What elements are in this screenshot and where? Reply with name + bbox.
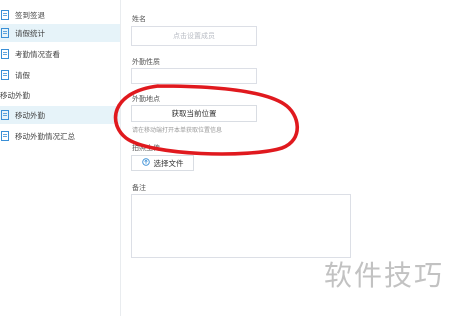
sidebar-item-attendance-view[interactable]: 考勤情况查看 [0,45,120,63]
document-icon [0,110,10,120]
field-type-label: 外勤性质 [132,58,160,66]
choose-file-button[interactable]: 选择文件 [131,155,194,171]
sidebar: 签到签退 请假统计 考勤情况查看 请假 移动外勤 移动外勤 移动外勤情况汇总 [0,0,121,316]
sidebar-item-label: 移动外勤 [15,110,45,120]
field-location-label: 外勤地点 [132,95,160,103]
field-type-input[interactable] [131,68,257,84]
remark-textarea[interactable] [131,194,351,258]
sidebar-divider [120,0,121,316]
upload-label: 拍照上传 [132,144,160,152]
sidebar-item-mobile-field-summary[interactable]: 移动外勤情况汇总 [0,127,120,145]
watermark: 软件技巧 [323,259,444,292]
sidebar-item-label: 签到签退 [15,10,45,20]
choose-file-label: 选择文件 [153,158,184,168]
sidebar-item-label: 考勤情况查看 [15,49,60,59]
upload-icon [141,158,150,168]
sidebar-item-leave[interactable]: 请假 [0,66,120,84]
sidebar-section-title: 移动外勤 [0,91,30,100]
sidebar-item-label: 请假统计 [15,28,45,38]
sidebar-item-label: 移动外勤情况汇总 [15,131,75,141]
name-label: 姓名 [132,15,146,23]
document-icon [0,49,10,59]
remark-label: 备注 [132,184,146,192]
sidebar-item-mobile-field[interactable]: 移动外勤 [0,106,120,124]
get-location-button[interactable]: 获取当前位置 [131,105,257,122]
document-icon [0,28,10,38]
location-hint: 请在移动端打开本单获取位置信息 [132,127,223,134]
document-icon [0,70,10,80]
member-picker-field[interactable]: 点击设置成员 [131,26,257,46]
sidebar-item-label: 请假 [15,70,30,80]
document-icon [0,131,10,141]
member-picker-placeholder: 点击设置成员 [173,32,215,40]
sidebar-item-leave-stats[interactable]: 请假统计 [0,24,120,42]
sidebar-item-sign-in-out[interactable]: 签到签退 [0,6,120,24]
document-icon [0,10,10,20]
